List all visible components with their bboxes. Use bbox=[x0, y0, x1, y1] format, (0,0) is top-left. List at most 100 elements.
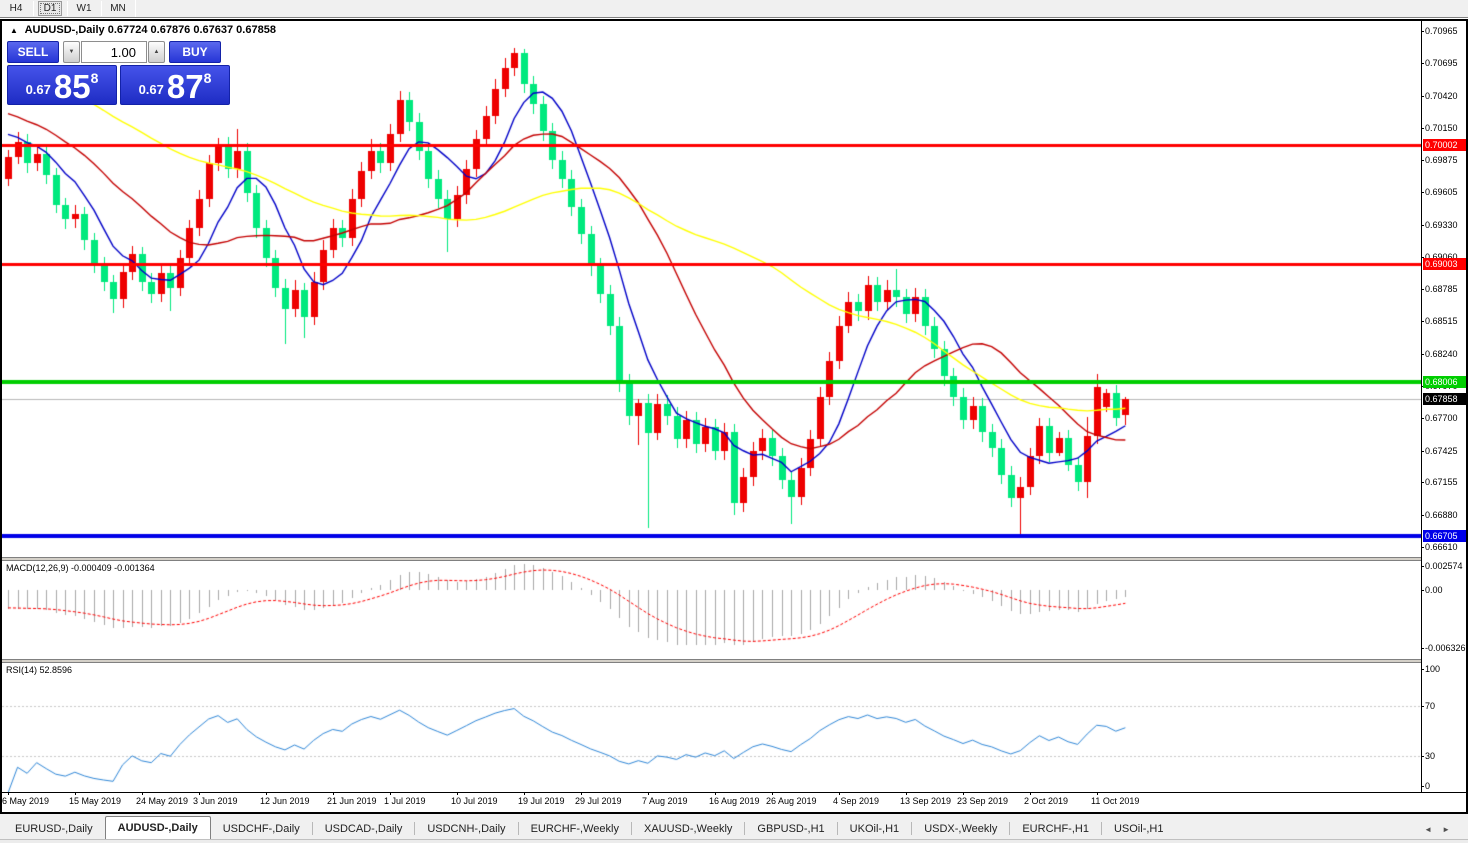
time-tick bbox=[581, 792, 582, 795]
time-tick bbox=[906, 792, 907, 795]
sell-price-box[interactable]: 0.67 85 8 bbox=[7, 65, 117, 105]
price-tick-label: 0.69330 bbox=[1421, 220, 1458, 230]
time-tick bbox=[8, 792, 9, 795]
price-tick-label: 0.67155 bbox=[1421, 477, 1458, 487]
tab-usdcad-daily[interactable]: USDCAD-,Daily bbox=[313, 819, 415, 839]
buy-price-pip: 8 bbox=[203, 70, 212, 86]
volume-input[interactable]: 1.00 bbox=[81, 41, 147, 63]
tab-eurchf-weekly[interactable]: EURCHF-,Weekly bbox=[519, 819, 631, 839]
price-tick-label: -0.006326 bbox=[1421, 643, 1466, 653]
tab-scroll-arrows[interactable]: ◄► bbox=[1424, 825, 1460, 834]
timeframe-w1[interactable]: W1 bbox=[72, 1, 96, 16]
price-tick-label: 0 bbox=[1420, 781, 1431, 791]
tab-usdchf-daily[interactable]: USDCHF-,Daily bbox=[211, 819, 312, 839]
time-tick bbox=[390, 792, 391, 795]
date-label: 29 Jul 2019 bbox=[575, 796, 622, 806]
volume-increase-button[interactable]: ▲ bbox=[148, 41, 165, 63]
sell-button[interactable]: SELL bbox=[7, 41, 59, 63]
timeframe-d1[interactable]: D1 bbox=[38, 1, 62, 16]
date-label: 15 May 2019 bbox=[69, 796, 122, 806]
date-label: 12 Jun 2019 bbox=[260, 796, 310, 806]
time-tick bbox=[75, 792, 76, 795]
time-tick bbox=[715, 792, 716, 795]
price-tick-label: 0.70695 bbox=[1421, 58, 1458, 68]
buy-button[interactable]: BUY bbox=[169, 41, 221, 63]
tab-eurchf-h1[interactable]: EURCHF-,H1 bbox=[1010, 819, 1101, 839]
time-tick bbox=[648, 792, 649, 795]
time-tick bbox=[772, 792, 773, 795]
rsi-canvas[interactable] bbox=[2, 663, 1421, 792]
price-tick-label: 0.66880 bbox=[1421, 510, 1458, 520]
time-tick bbox=[457, 792, 458, 795]
tab-xauusd-weekly[interactable]: XAUUSD-,Weekly bbox=[632, 819, 744, 839]
tab-eurusd-daily[interactable]: EURUSD-,Daily bbox=[3, 819, 105, 839]
hline-price-tag: 0.66705 bbox=[1423, 530, 1466, 542]
time-tick bbox=[839, 792, 840, 795]
price-axis[interactable]: 0.70965 0.70695 0.70420 0.70150 0.69875 0.696… bbox=[1420, 21, 1466, 792]
price-tick-label: 0.68240 bbox=[1421, 349, 1458, 359]
price-tick-label: 0.67425 bbox=[1421, 446, 1458, 456]
tab-scroll-right-icon[interactable]: ► bbox=[1442, 825, 1460, 834]
time-tick bbox=[199, 792, 200, 795]
timeframe-mn[interactable]: MN bbox=[106, 1, 130, 16]
timeframe-h4[interactable]: H4 bbox=[4, 1, 28, 16]
date-label: 16 Aug 2019 bbox=[709, 796, 760, 806]
time-tick bbox=[1097, 792, 1098, 795]
sell-price-pip: 8 bbox=[90, 70, 99, 86]
time-tick bbox=[524, 792, 525, 795]
price-tick-label: 0.67700 bbox=[1421, 413, 1458, 423]
time-tick bbox=[142, 792, 143, 795]
price-tick-label: 100 bbox=[1420, 664, 1441, 674]
date-label: 11 Oct 2019 bbox=[1091, 796, 1140, 806]
price-tick-label: 0.69605 bbox=[1421, 187, 1458, 197]
time-tick bbox=[266, 792, 267, 795]
buy-price-box[interactable]: 0.67 87 8 bbox=[120, 65, 230, 105]
chart-window: ▲ AUDUSD-,Daily 0.67724 0.67876 0.67637 … bbox=[0, 19, 1468, 814]
toolbar-separator bbox=[135, 0, 136, 17]
price-tick-label: 0.70420 bbox=[1421, 91, 1458, 101]
trade-panel-collapse-icon[interactable]: ▲ bbox=[10, 26, 18, 35]
chart-title: ▲ AUDUSD-,Daily 0.67724 0.67876 0.67637 … bbox=[10, 24, 276, 36]
tab-usoil-h1[interactable]: USOil-,H1 bbox=[1102, 819, 1176, 839]
time-tick bbox=[333, 792, 334, 795]
time-axis[interactable]: 6 May 2019 15 May 2019 24 May 2019 3 Jun 20… bbox=[2, 792, 1421, 812]
macd-canvas[interactable] bbox=[2, 561, 1421, 659]
price-tick-label: 0.002574 bbox=[1421, 561, 1463, 571]
tab-usdcnh-daily[interactable]: USDCNH-,Daily bbox=[415, 819, 517, 839]
date-label: 4 Sep 2019 bbox=[833, 796, 880, 806]
date-label: 7 Aug 2019 bbox=[642, 796, 688, 806]
date-label: 6 May 2019 bbox=[2, 796, 50, 806]
price-tick-label: 0.70965 bbox=[1421, 26, 1458, 36]
price-tick-label: 0.69875 bbox=[1421, 155, 1458, 165]
timeframe-toolbar: H4 D1 W1 MN bbox=[0, 0, 1468, 17]
buy-price-prefix: 0.67 bbox=[138, 82, 164, 97]
date-label: 13 Sep 2019 bbox=[900, 796, 952, 806]
hline-price-tag: 0.70002 bbox=[1423, 139, 1466, 151]
chart-ohlc-values: 0.67724 0.67876 0.67637 0.67858 bbox=[107, 24, 276, 36]
bottom-strip bbox=[0, 839, 1468, 843]
price-tick-label: 0.68785 bbox=[1421, 284, 1458, 294]
time-tick bbox=[1030, 792, 1031, 795]
macd-indicator-label: MACD(12,26,9) -0.000409 -0.001364 bbox=[6, 563, 155, 573]
date-label: 2 Oct 2019 bbox=[1024, 796, 1069, 806]
tab-audusd-daily[interactable]: AUDUSD-,Daily bbox=[104, 816, 211, 839]
one-click-trade-panel: SELL ▼ 1.00 ▲ BUY 0.67 85 8 0.67 87 8 bbox=[7, 41, 231, 105]
hline-price-tag: 0.68006 bbox=[1423, 376, 1466, 388]
tab-scroll-left-icon[interactable]: ◄ bbox=[1424, 825, 1442, 834]
price-tick-label: 0.68515 bbox=[1421, 316, 1458, 326]
sell-price-big: 85 bbox=[53, 67, 91, 105]
sell-price-prefix: 0.67 bbox=[25, 82, 51, 97]
price-tick-label: 0.66610 bbox=[1421, 542, 1458, 552]
date-label: 3 Jun 2019 bbox=[193, 796, 238, 806]
tab-gbpusd-h1[interactable]: GBPUSD-,H1 bbox=[745, 819, 836, 839]
mt4-terminal: H4 D1 W1 MN ▲ AUDUSD-,Daily 0.67724 0.67876… bbox=[0, 0, 1468, 843]
tab-ukoil-h1[interactable]: UKOil-,H1 bbox=[838, 819, 912, 839]
price-tick-label: 0.00 bbox=[1421, 585, 1443, 595]
buy-price-big: 87 bbox=[166, 67, 204, 105]
date-label: 26 Aug 2019 bbox=[766, 796, 817, 806]
date-label: 10 Jul 2019 bbox=[451, 796, 498, 806]
tab-usdx-weekly[interactable]: USDX-,Weekly bbox=[912, 819, 1009, 839]
volume-decrease-button[interactable]: ▼ bbox=[63, 41, 80, 63]
time-tick bbox=[963, 792, 964, 795]
chart-symbol-label: AUDUSD-,Daily bbox=[24, 24, 105, 36]
